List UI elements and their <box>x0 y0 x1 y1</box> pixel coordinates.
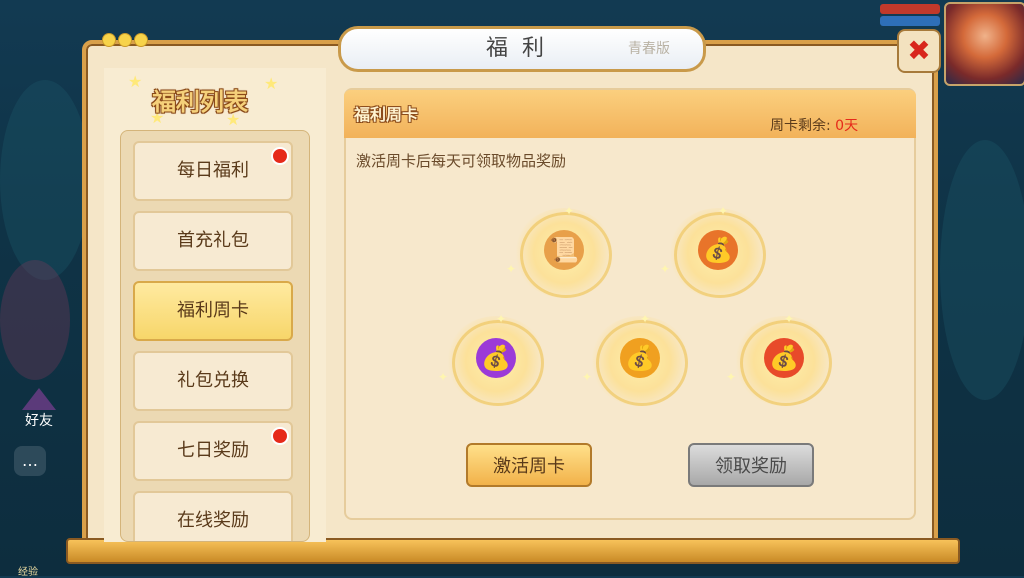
remaining-days: 周卡剩余: 0天 <box>770 115 858 135</box>
list-item-label: 首充礼包 <box>177 230 249 251</box>
list-item-label: 福利周卡 <box>177 300 249 321</box>
player-avatar[interactable] <box>944 2 1024 86</box>
friend-icon <box>22 388 56 410</box>
scroll-icon: 📜 <box>544 230 584 270</box>
star-icon: ★ <box>128 72 143 91</box>
welfare-list[interactable]: 每日福利 首充礼包 福利周卡 礼包兑换 七日奖励 在线奖励 <box>120 130 310 542</box>
treasure-bag-icon: 💰 <box>620 338 660 378</box>
friend-button[interactable]: 好友 <box>16 388 62 434</box>
chat-icon: … <box>22 451 38 470</box>
background-coral <box>0 260 70 380</box>
reward-item[interactable]: 💰 ✦ ✦ <box>580 312 700 412</box>
background-coral <box>0 80 90 280</box>
close-icon: ✖ <box>907 34 931 67</box>
friend-label: 好友 <box>25 413 53 429</box>
list-item-daily-welfare[interactable]: 每日福利 <box>133 141 293 201</box>
list-item-label: 每日福利 <box>177 160 249 181</box>
background-coral <box>940 140 1024 400</box>
mp-bar <box>880 16 940 26</box>
list-item-first-recharge[interactable]: 首充礼包 <box>133 211 293 271</box>
hp-bar <box>880 4 940 14</box>
notification-dot <box>271 147 289 165</box>
claim-reward-button[interactable]: 领取奖励 <box>688 443 814 487</box>
treasure-bag-icon: 💰 <box>476 338 516 378</box>
list-item-label: 在线奖励 <box>177 510 249 531</box>
activate-weekly-card-button[interactable]: 激活周卡 <box>466 443 592 487</box>
close-button[interactable]: ✖ <box>897 29 941 73</box>
list-item-gift-redeem[interactable]: 礼包兑换 <box>133 351 293 411</box>
list-item-seven-day-reward[interactable]: 七日奖励 <box>133 421 293 481</box>
list-item-label: 礼包兑换 <box>177 370 249 391</box>
section-title: 福利周卡 <box>354 105 419 124</box>
welfare-list-title: 福利列表 <box>152 88 248 116</box>
title-stamp: 青春版 <box>628 41 670 57</box>
notification-dot <box>271 427 289 445</box>
reward-item[interactable]: 💰 ✦ ✦ <box>724 312 844 412</box>
weekly-card-description: 激活周卡后每天可领取物品奖励 <box>356 152 567 170</box>
reward-item[interactable]: 💰 ✦ ✦ <box>658 204 778 304</box>
treasure-bag-icon: 💰 <box>764 338 804 378</box>
remaining-value: 0天 <box>835 118 859 134</box>
chat-button[interactable]: … <box>14 446 46 476</box>
reward-item[interactable]: 📜 ✦ ✦ <box>504 204 624 304</box>
star-icon: ★ <box>264 74 279 93</box>
plum-blossom-decoration <box>102 32 162 56</box>
treasure-bag-icon: 💰 <box>698 230 738 270</box>
list-item-weekly-card[interactable]: 福利周卡 <box>133 281 293 341</box>
list-item-label: 七日奖励 <box>177 440 249 461</box>
remaining-label: 周卡剩余: <box>770 118 831 134</box>
reward-item[interactable]: 💰 ✦ ✦ <box>436 312 556 412</box>
list-item-online-reward[interactable]: 在线奖励 <box>133 491 293 541</box>
